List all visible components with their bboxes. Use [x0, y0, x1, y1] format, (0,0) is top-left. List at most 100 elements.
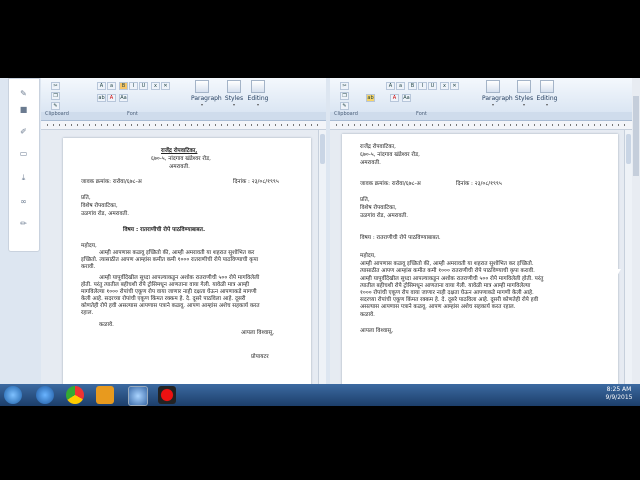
subscript-button[interactable]: x [440, 82, 449, 90]
scroll-thumb[interactable] [320, 134, 325, 164]
ruler-tick [47, 124, 48, 126]
vertical-scrollbar[interactable] [624, 130, 632, 404]
ruler-tick [510, 124, 511, 126]
document-text-line: करावी. [81, 264, 96, 270]
document-text-line: विशेष रोपवाटिका, [360, 205, 397, 211]
cut-icon[interactable]: ✂ [51, 82, 60, 90]
font-size-grow-icon[interactable]: A [97, 82, 106, 90]
document-text-line: रहाल. [81, 310, 94, 316]
start-button[interactable] [4, 386, 22, 404]
document-text-line: उळगांव रोड, अमरावती. [360, 213, 408, 219]
system-clock[interactable]: 8:25 AM 9/9/2015 [604, 386, 634, 402]
chevron-down-icon: ▾ [232, 102, 235, 107]
editing-group-button[interactable]: Editing ▾ [536, 80, 558, 110]
styles-group-button[interactable]: Styles ▾ [223, 80, 245, 110]
comment-icon[interactable]: ▭ [18, 149, 29, 158]
download-icon[interactable]: ⤓ [18, 173, 29, 182]
highlight-icon[interactable]: ab [366, 94, 375, 102]
scroll-thumb[interactable] [626, 134, 631, 164]
scroll-thumb[interactable] [633, 96, 639, 176]
paragraph-group-button[interactable]: Paragraph ▾ [482, 80, 513, 110]
ruler-tick [420, 124, 421, 126]
ruler-tick [161, 124, 162, 126]
paragraph-group-button[interactable]: Paragraph ▾ [191, 80, 222, 110]
ruler-tick [624, 124, 625, 126]
italic-button[interactable]: I [129, 82, 138, 90]
font-color-icon[interactable]: A [390, 94, 399, 102]
document-page[interactable]: राजेंद्र रोपवाटिका, ६७०-५, नांदगाव खंडेश्… [63, 138, 311, 404]
format-painter-icon[interactable]: ✎ [51, 102, 60, 110]
ruler-tick [612, 124, 613, 126]
document-text-line: कोणतेही रोपे हवी असल्यास आपणास पत्राने क… [81, 303, 260, 309]
cut-icon[interactable]: ✂ [340, 82, 349, 90]
clear-format-icon[interactable]: ✕ [161, 82, 170, 90]
chrome-icon[interactable] [66, 386, 84, 404]
highlight-icon[interactable]: ab [97, 94, 106, 102]
font-size-shrink-icon[interactable]: a [107, 82, 116, 90]
underline-button[interactable]: U [428, 82, 437, 90]
clock-date: 9/9/2015 [605, 394, 633, 401]
editing-icon [251, 80, 265, 93]
pointer-icon[interactable]: ✎ [18, 89, 29, 98]
clear-format-icon[interactable]: ✕ [450, 82, 459, 90]
italic-button[interactable]: I [418, 82, 427, 90]
pen-icon[interactable]: ✏ [18, 219, 29, 228]
ruler-tick [227, 124, 228, 126]
ie-icon[interactable] [36, 386, 54, 404]
ruler-tick [269, 124, 270, 126]
ruler-tick [155, 124, 156, 126]
ruler-tick [432, 124, 433, 126]
editing-group-button[interactable]: Editing ▾ [247, 80, 269, 110]
font-color-icon[interactable]: A [107, 94, 116, 102]
ruler-tick [456, 124, 457, 126]
font-size-grow-icon[interactable]: A [386, 82, 395, 90]
copy-icon[interactable]: ❐ [51, 92, 60, 100]
text-effect-icon[interactable]: Aa [402, 94, 411, 102]
vertical-scrollbar[interactable] [318, 130, 326, 404]
ruler-tick [582, 124, 583, 126]
ruler-tick [221, 124, 222, 126]
copy-icon[interactable]: ❐ [340, 92, 349, 100]
side-toolbar: ✎ ■ ✐ ▭ ⤓ ∞ ✏ [8, 78, 40, 252]
video-icon[interactable]: ■ [18, 105, 29, 114]
browser-active-icon[interactable] [128, 386, 148, 406]
text-effect-icon[interactable]: Aa [119, 94, 128, 102]
ruler[interactable] [41, 121, 326, 130]
chevron-down-icon: ▾ [200, 102, 203, 107]
document-text-line: ६७०-५, नांदगाव खंडेश्वर रोड, [360, 152, 420, 158]
ruler-tick [209, 124, 210, 126]
ruler-tick [366, 124, 367, 126]
underline-button[interactable]: U [139, 82, 148, 90]
document-text-line: ६७०-५, नांदगाव खंडेश्वर रोड, [151, 156, 211, 162]
screen-scrollbar[interactable] [632, 78, 640, 404]
ruler-tick [600, 124, 601, 126]
ruler-tick [552, 124, 553, 126]
document-page[interactable]: राजेंद्र रोपवाटिका, ६७०-५, नांदगाव खंडेश्… [342, 134, 618, 404]
record-icon[interactable] [158, 386, 176, 404]
ruler-tick [588, 124, 589, 126]
ruler-tick [119, 124, 120, 126]
ruler-tick [101, 124, 102, 126]
ruler-tick [534, 124, 535, 126]
font-size-shrink-icon[interactable]: a [396, 82, 405, 90]
document-text-line: आम्ही यापूर्वीदेखील सुध्दा आपल्याकडून अश… [360, 276, 544, 282]
ruler-tick [131, 124, 132, 126]
ruler-tick [77, 124, 78, 126]
ruler-tick [522, 124, 523, 126]
link-icon[interactable]: ∞ [18, 197, 29, 206]
ruler-tick [372, 124, 373, 126]
format-painter-icon[interactable]: ✎ [340, 102, 349, 110]
document-text-line: त्यासाठीत आपण आम्हांस कमीत कमी १००० रातर… [360, 268, 535, 274]
ruler-tick [450, 124, 451, 126]
clipboard-label: Clipboard [45, 111, 69, 117]
styles-group-button[interactable]: Styles ▾ [513, 80, 535, 110]
subscript-button[interactable]: x [151, 82, 160, 90]
chevron-down-icon: ▾ [522, 102, 525, 107]
edit-icon[interactable]: ✐ [18, 127, 29, 136]
document-text-line: प्रति, [360, 197, 370, 203]
media-player-icon[interactable] [96, 386, 114, 404]
bold-button[interactable]: B [408, 82, 417, 90]
ruler[interactable] [330, 121, 632, 130]
bold-button[interactable]: B [119, 82, 128, 90]
ruler-tick [414, 124, 415, 126]
